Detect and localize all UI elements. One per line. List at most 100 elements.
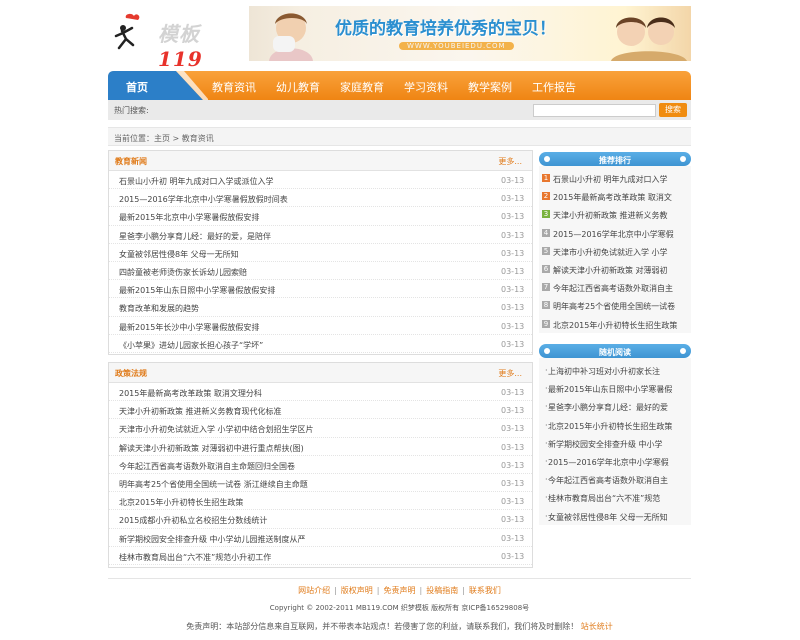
list-item[interactable]: · 桂林市教育局出台“六不准”规范 [539,488,691,506]
nav-item-early-education[interactable]: 幼儿教育 [276,79,320,95]
list-item-title[interactable]: 明年高考25个省使用全国统一试卷 浙江继续自主命题 [119,479,308,490]
list-item[interactable]: 天津小升初新政策 推进新义务教育现代化标准 03-13 [109,401,532,420]
list-item[interactable]: 3 天津小升初新政策 推进新义务教 [539,205,691,223]
list-item[interactable]: 6 解读天津小升初新政策 对薄弱初 [539,260,691,278]
nav-item-education-news[interactable]: 教育资讯 [212,79,256,95]
list-item-title[interactable]: 最新2015年山东日照中小学寒暑假放假安排 [119,285,275,296]
list-item-title[interactable]: 今年起江西省高考语数外取消自主 [548,475,668,486]
list-item[interactable]: 解读天津小升初新政策 对薄弱初中进行重点帮扶(图) 03-13 [109,438,532,456]
list-item-title[interactable]: 天津市小升初免试就近入学 小学初中结合划招生学区片 [119,424,314,435]
logo-text-a: 模板 [158,22,200,46]
list-item[interactable]: · 上海初中补习班对小升初家长注 [539,361,691,379]
list-item-title[interactable]: 星爸李小鹏分享育儿经：最好的爱 [548,402,668,413]
list-item[interactable]: 四龄童被老师烫伤家长诉幼儿园索赔 03-13 [109,262,532,281]
list-item-title[interactable]: 新学期校园安全排查升级 中小学幼儿园推送制度从严 [119,534,306,545]
footer-stats-link[interactable]: 站长统计 [581,622,613,631]
list-item-title[interactable]: 上海初中补习班对小升初家长注 [548,366,660,377]
policy-more-link[interactable]: 更多... [498,368,522,379]
list-item[interactable]: 2015年最新高考改革政策 取消文理分科 03-13 [109,383,532,402]
footer-link-about[interactable]: 网站介绍 [298,586,330,595]
site-logo[interactable]: 模板119 [112,12,242,71]
list-item[interactable]: 最新2015年长沙中小学寒暑假放假安排 03-13 [109,317,532,335]
list-item-title[interactable]: 今年起江西省高考语数外取消自主 [553,283,673,294]
list-item[interactable]: 《小苹果》进幼儿园家长担心孩子“学坏” 03-13 [109,335,532,353]
list-item-title[interactable]: 教育改革和发展的趋势 [119,303,199,314]
list-item[interactable]: 4 2015—2016学年北京中小学寒假 [539,224,691,242]
list-item-title[interactable]: 2015成都小升初私立名校招生分数线统计 [119,515,267,526]
list-item[interactable]: 8 明年高考25个省使用全国统一试卷 [539,296,691,314]
list-item-title[interactable]: 桂林市教育局出台“六不准”规范 [548,493,660,504]
list-item[interactable]: · 2015—2016学年北京中小学寒假 [539,452,691,470]
list-item[interactable]: 北京2015年小升初特长生招生政策 03-13 [109,492,532,511]
list-item-title[interactable]: 2015年最新高考改革政策 取消文 [553,192,672,203]
footer-link-disclaimer[interactable]: 免责声明 [384,586,416,595]
search-button[interactable]: 搜索 [659,103,687,117]
search-input[interactable] [533,104,656,117]
list-item-title[interactable]: 最新2015年山东日照中小学寒暑假 [548,384,672,395]
list-item[interactable]: · 今年起江西省高考语数外取消自主 [539,470,691,488]
footer-link-submission[interactable]: 投稿指南 [426,586,458,595]
list-item-title[interactable]: 女童被邻居性侵8年 父母一无所知 [119,249,239,260]
list-item-title[interactable]: 四龄童被老师烫伤家长诉幼儿园索赔 [119,267,247,278]
list-item[interactable]: 桂林市教育局出台“六不准”规范小升初工作 03-13 [109,547,532,565]
list-item-title[interactable]: 北京2015年小升初特长生招生政策 [548,421,672,432]
list-item-title[interactable]: 今年起江西省高考语数外取消自主命题回归全国卷 [119,461,295,472]
top-banner[interactable]: 优质的教育培养优秀的宝贝！ WWW.YOUBEIEDU.COM [249,6,691,61]
list-item-title[interactable]: 2015年最新高考改革政策 取消文理分科 [119,388,262,399]
list-item[interactable]: 5 天津市小升初免试就近入学 小学 [539,242,691,260]
list-item[interactable]: 今年起江西省高考语数外取消自主命题回归全国卷 03-13 [109,456,532,474]
list-item[interactable]: · 女童被邻居性侵8年 父母一无所知 [539,507,691,525]
list-item[interactable]: · 最新2015年山东日照中小学寒暑假 [539,379,691,397]
list-item-title[interactable]: 2015—2016学年北京中小学寒暑假放假时间表 [119,194,288,205]
nav-item-home[interactable]: 首页 [108,71,208,100]
list-item[interactable]: 新学期校园安全排查升级 中小学幼儿园推送制度从严 03-13 [109,529,532,547]
list-item-title[interactable]: 最新2015年北京中小学寒暑假放假安排 [119,212,259,223]
list-item[interactable]: 石景山小升初 明年九成对口入学或派位入学 03-13 [109,171,532,190]
list-item-title[interactable]: 女童被邻居性侵8年 父母一无所知 [548,512,668,523]
list-item[interactable]: 9 北京2015年小升初特长生招生政策 [539,315,691,333]
list-item[interactable]: 7 今年起江西省高考语数外取消自主 [539,278,691,296]
nav-item-family-education[interactable]: 家庭教育 [340,79,384,95]
footer-link-contact[interactable]: 联系我们 [469,586,501,595]
list-item[interactable]: 2 2015年最新高考改革政策 取消文 [539,187,691,205]
list-item-title[interactable]: 天津小升初新政策 推进新义务教 [553,210,668,221]
list-item[interactable]: 明年高考25个省使用全国统一试卷 浙江继续自主命题 03-13 [109,474,532,493]
list-item[interactable]: 星爸李小鹏分享育儿经：最好的爱，是陪伴 03-13 [109,226,532,244]
rank-number-badge: 6 [542,264,550,273]
education-news-more-link[interactable]: 更多... [498,156,522,167]
list-item[interactable]: 最新2015年北京中小学寒暑假放假安排 03-13 [109,207,532,226]
list-item-title[interactable]: 《小苹果》进幼儿园家长担心孩子“学坏” [119,340,263,351]
list-item[interactable]: 教育改革和发展的趋势 03-13 [109,298,532,317]
education-news-title[interactable]: 教育新闻 [115,156,147,167]
list-item-title[interactable]: 天津市小升初免试就近入学 小学 [553,247,668,258]
list-item-title[interactable]: 石景山小升初 明年九成对口入学或派位入学 [119,176,274,187]
list-item[interactable]: · 星爸李小鹏分享育儿经：最好的爱 [539,397,691,415]
list-item-title[interactable]: 解读天津小升初新政策 对薄弱初 [553,265,668,276]
nav-item-work-reports[interactable]: 工作报告 [532,79,576,95]
list-item-title[interactable]: 星爸李小鹏分享育儿经：最好的爱，是陪伴 [119,231,271,242]
list-item-title[interactable]: 解读天津小升初新政策 对薄弱初中进行重点帮扶(图) [119,443,304,454]
policy-title[interactable]: 政策法规 [115,368,147,379]
list-item-title[interactable]: 北京2015年小升初特长生招生政策 [553,320,677,331]
nav-item-study-materials[interactable]: 学习资料 [404,79,448,95]
list-item-title[interactable]: 桂林市教育局出台“六不准”规范小升初工作 [119,552,271,563]
list-item[interactable]: 女童被邻居性侵8年 父母一无所知 03-13 [109,244,532,262]
list-item[interactable]: 1 石景山小升初 明年九成对口入学 [539,169,691,187]
list-item[interactable]: · 新学期校园安全排查升级 中小学 [539,434,691,452]
nav-item-teaching-cases[interactable]: 教学案例 [468,79,512,95]
list-item-title[interactable]: 新学期校园安全排查升级 中小学 [548,439,663,450]
list-item[interactable]: 最新2015年山东日照中小学寒暑假放假安排 03-13 [109,280,532,299]
list-item-date: 03-13 [501,442,525,452]
list-item-title[interactable]: 北京2015年小升初特长生招生政策 [119,497,243,508]
list-item-title[interactable]: 2015—2016学年北京中小学寒假 [553,229,674,240]
list-item-title[interactable]: 石景山小升初 明年九成对口入学 [553,174,668,185]
list-item[interactable]: 2015成都小升初私立名校招生分数线统计 03-13 [109,510,532,529]
list-item[interactable]: 2015—2016学年北京中小学寒暑假放假时间表 03-13 [109,189,532,208]
footer-link-copyright[interactable]: 版权声明 [341,586,373,595]
list-item-title[interactable]: 最新2015年长沙中小学寒暑假放假安排 [119,322,259,333]
list-item-title[interactable]: 2015—2016学年北京中小学寒假 [548,457,669,468]
list-item[interactable]: 天津市小升初免试就近入学 小学初中结合划招生学区片 03-13 [109,419,532,438]
list-item-title[interactable]: 明年高考25个省使用全国统一试卷 [553,301,675,312]
list-item-title[interactable]: 天津小升初新政策 推进新义务教育现代化标准 [119,406,282,417]
list-item[interactable]: · 北京2015年小升初特长生招生政策 [539,416,691,434]
